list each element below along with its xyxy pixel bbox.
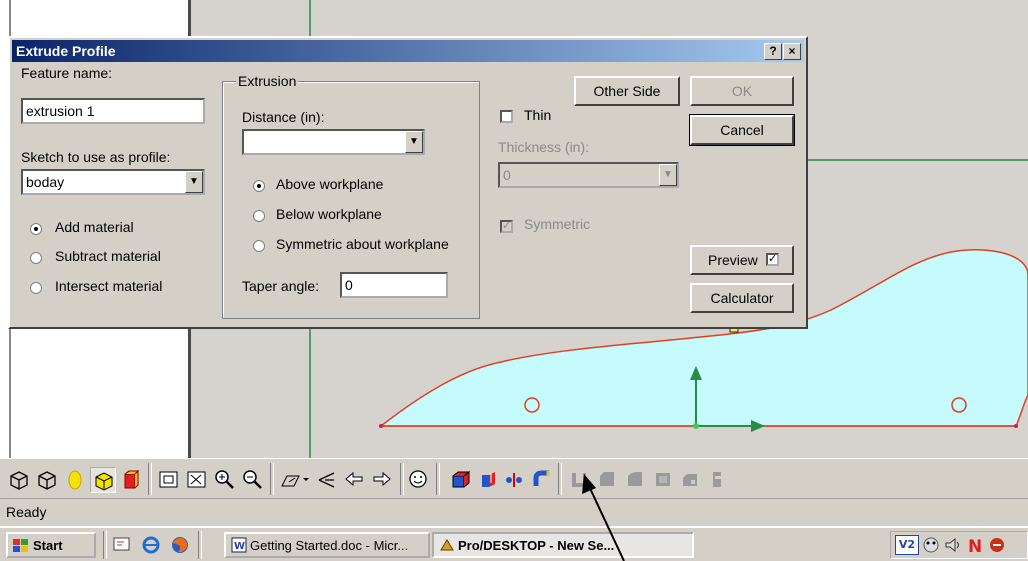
n-icon[interactable]: N xyxy=(965,535,985,555)
thin-label[interactable]: Thin xyxy=(524,107,551,123)
app-icon[interactable] xyxy=(987,535,1007,555)
sketch-profile-select[interactable]: boday ▼ xyxy=(21,169,205,195)
workplane-icon[interactable] xyxy=(278,467,302,491)
intersect-material-label[interactable]: Intersect material xyxy=(55,278,162,294)
status-bar: Ready xyxy=(0,498,1028,526)
windows-logo-icon xyxy=(13,539,28,552)
task-word-document[interactable]: W Getting Started.doc - Micr... xyxy=(224,532,430,558)
symmetric-workplane-label[interactable]: Symmetric about workplane xyxy=(276,236,449,252)
sketch-profile-value: boday xyxy=(26,174,65,190)
start-label: Start xyxy=(33,537,63,553)
help-button[interactable]: ? xyxy=(764,43,782,60)
feature-name-input[interactable]: extrusion 1 xyxy=(21,98,205,124)
chevron-down-icon: ▼ xyxy=(659,164,677,186)
dialog-titlebar[interactable]: Extrude Profile ? × xyxy=(12,40,804,62)
distance-label: Distance (in): xyxy=(242,109,325,125)
above-workplane-label[interactable]: Above workplane xyxy=(276,176,383,192)
revolve-icon[interactable] xyxy=(502,467,526,491)
mascot-icon[interactable] xyxy=(921,535,941,555)
intersect-material-radio[interactable] xyxy=(30,282,42,294)
zoom-in-icon[interactable] xyxy=(212,467,236,491)
dialog-title: Extrude Profile xyxy=(16,43,116,59)
task-label: Getting Started.doc - Micr... xyxy=(250,537,409,553)
zoom-out-icon[interactable] xyxy=(240,467,264,491)
colored-solid-icon[interactable] xyxy=(118,467,142,491)
system-tray: V2 N xyxy=(890,531,1028,559)
distance-combo[interactable]: ▼ xyxy=(242,129,425,155)
cancel-button[interactable]: Cancel xyxy=(689,114,795,146)
start-button[interactable]: Start xyxy=(6,532,96,558)
calculator-button[interactable]: Calculator xyxy=(690,283,794,313)
view-dropdown-icon[interactable] xyxy=(300,467,312,491)
add-material-radio[interactable] xyxy=(30,223,42,235)
svg-text:N: N xyxy=(968,537,982,555)
preview-label: Preview xyxy=(708,252,758,268)
other-side-button[interactable]: Other Side xyxy=(574,76,680,106)
axis-origin xyxy=(693,423,699,429)
above-workplane-radio[interactable] xyxy=(253,180,265,192)
extrude-profile-dialog: Extrude Profile ? × Feature name: extrus… xyxy=(8,36,808,329)
extrude-cut-icon[interactable] xyxy=(476,467,500,491)
thickness-combo: 0 ▼ xyxy=(498,162,679,188)
forward-arrow-icon[interactable] xyxy=(370,467,394,491)
sweep-icon[interactable] xyxy=(530,467,554,491)
pattern-disabled-icon xyxy=(678,467,702,491)
ok-button[interactable]: OK xyxy=(690,76,794,106)
pro-desktop-icon xyxy=(440,539,454,551)
speaker-icon[interactable] xyxy=(943,535,963,555)
svg-text:W: W xyxy=(234,541,245,552)
thickness-value: 0 xyxy=(503,167,511,183)
subtract-material-radio[interactable] xyxy=(30,252,42,264)
symmetric-checkbox: ✓ xyxy=(500,220,513,233)
show-desktop-icon[interactable] xyxy=(110,533,134,557)
zoom-fit-icon[interactable] xyxy=(156,467,180,491)
taskbar: Start W Getting Started.doc - Micr... Pr… xyxy=(0,526,1028,561)
add-material-label[interactable]: Add material xyxy=(55,219,134,235)
extrusion-group-title: Extrusion xyxy=(236,73,299,89)
feature-name-label: Feature name: xyxy=(21,65,113,81)
view-orient-icon[interactable] xyxy=(314,467,338,491)
firefox-icon[interactable] xyxy=(168,533,192,557)
subtract-material-label[interactable]: Subtract material xyxy=(55,248,161,264)
symmetric-label: Symmetric xyxy=(524,216,591,232)
internet-explorer-icon[interactable] xyxy=(139,533,163,557)
taper-angle-input[interactable]: 0 xyxy=(340,272,448,298)
thin-checkbox[interactable] xyxy=(500,110,513,123)
below-workplane-radio[interactable] xyxy=(253,210,265,222)
mirror-disabled-icon xyxy=(704,467,728,491)
back-arrow-icon[interactable] xyxy=(342,467,366,491)
shaded-view-icon[interactable] xyxy=(62,467,86,491)
preview-checkbox[interactable]: ✓ xyxy=(766,253,779,266)
chevron-down-icon[interactable]: ▼ xyxy=(185,171,203,193)
extrude-icon[interactable] xyxy=(448,467,472,491)
smiley-icon[interactable] xyxy=(406,467,430,491)
view-toolbar xyxy=(0,458,1028,498)
thickness-label: Thickness (in): xyxy=(498,139,590,155)
v2-icon[interactable]: V2 xyxy=(895,535,919,555)
hidden-line-view-icon[interactable] xyxy=(34,467,58,491)
below-workplane-label[interactable]: Below workplane xyxy=(276,206,382,222)
pointer-arrow-annotation xyxy=(582,474,625,561)
preview-button[interactable]: Preview ✓ xyxy=(690,245,794,275)
close-button[interactable]: × xyxy=(783,43,801,60)
wireframe-view-icon[interactable] xyxy=(6,467,30,491)
taper-angle-label: Taper angle: xyxy=(242,278,320,294)
status-text: Ready xyxy=(6,504,47,520)
zoom-window-icon[interactable] xyxy=(184,467,208,491)
solid-view-icon[interactable] xyxy=(90,467,116,493)
sketch-profile-label: Sketch to use as profile: xyxy=(21,149,171,165)
word-document-icon: W xyxy=(231,537,247,553)
symmetric-workplane-radio[interactable] xyxy=(253,240,265,252)
chevron-down-icon[interactable]: ▼ xyxy=(405,131,423,153)
